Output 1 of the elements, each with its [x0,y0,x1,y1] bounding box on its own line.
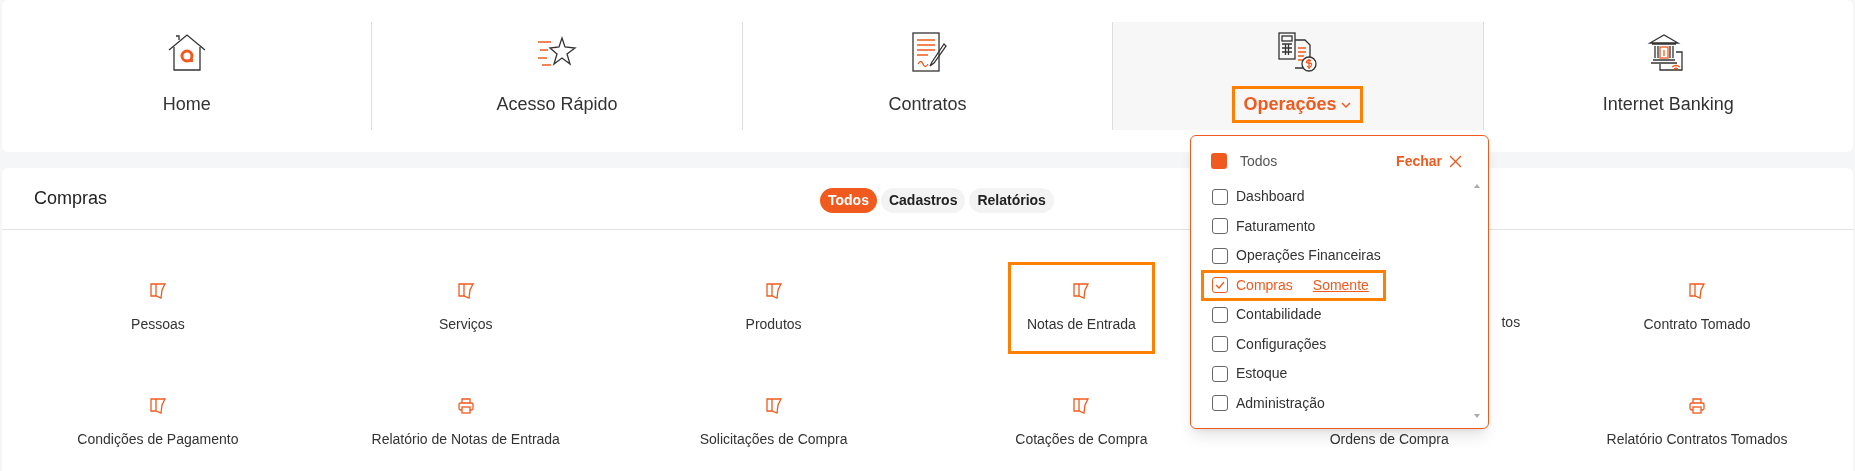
section-title: Compras [34,187,108,210]
